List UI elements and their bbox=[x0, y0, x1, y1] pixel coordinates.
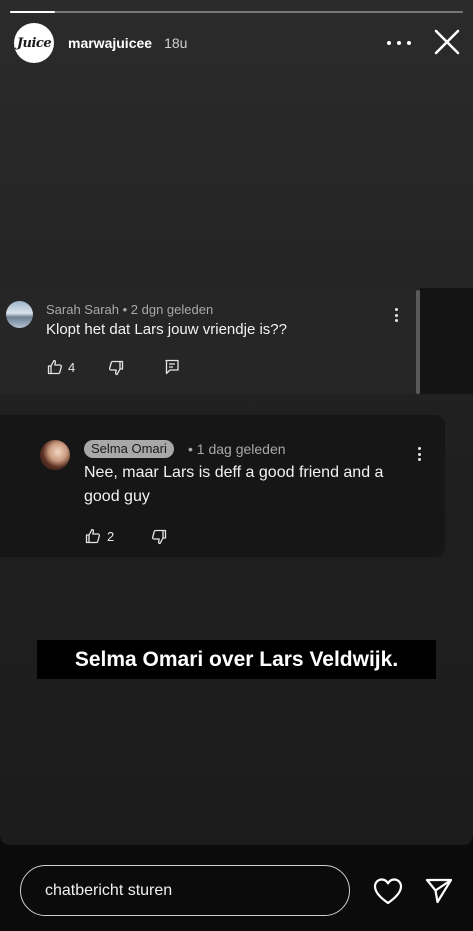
comment-scrollbar[interactable] bbox=[416, 290, 420, 394]
card-backdrop bbox=[420, 288, 473, 394]
like-count: 2 bbox=[107, 529, 115, 544]
comment-author: Sarah Sarah bbox=[46, 302, 119, 317]
comment-author-highlighted: Selma Omari bbox=[84, 440, 174, 458]
thumbs-down-icon[interactable] bbox=[151, 529, 167, 545]
story-progress-fill bbox=[10, 11, 56, 13]
close-icon[interactable] bbox=[433, 28, 461, 56]
thumbs-down-icon[interactable] bbox=[108, 360, 124, 376]
like-count: 4 bbox=[68, 360, 76, 375]
commenter-avatar bbox=[6, 301, 33, 328]
comment-text: Nee, maar Lars is deff a good friend and… bbox=[84, 464, 384, 505]
story-viewer: Juice marwajuicee 18u Sarah Sarah • 2 dg… bbox=[0, 0, 473, 845]
send-icon[interactable] bbox=[424, 876, 454, 906]
message-input[interactable] bbox=[20, 865, 350, 916]
account-username[interactable]: marwajuicee bbox=[68, 35, 152, 51]
account-avatar[interactable]: Juice bbox=[14, 23, 54, 63]
story-timestamp: 18u bbox=[164, 35, 188, 51]
story-caption: Selma Omari over Lars Veldwijk. bbox=[37, 640, 436, 679]
comment-text: Klopt het dat Lars jouw vriendje is?? bbox=[46, 321, 287, 338]
reply-icon[interactable] bbox=[164, 359, 180, 375]
comment-more-icon[interactable] bbox=[394, 308, 398, 322]
story-progress-track bbox=[10, 11, 463, 13]
more-horizontal-icon[interactable] bbox=[387, 35, 411, 51]
comment-meta: Sarah Sarah • 2 dgn geleden bbox=[46, 302, 213, 317]
commenter-avatar bbox=[40, 440, 70, 470]
thumbs-up-icon[interactable] bbox=[85, 528, 101, 544]
heart-icon[interactable] bbox=[372, 876, 404, 906]
comment-more-icon[interactable] bbox=[417, 447, 421, 461]
comment-age: • 1 dag geleden bbox=[188, 441, 286, 457]
story-header: Juice marwajuicee 18u bbox=[14, 23, 463, 63]
comment-age: • 2 dgn geleden bbox=[122, 302, 214, 317]
juice-logo-text: Juice bbox=[16, 35, 52, 51]
thumbs-up-icon[interactable] bbox=[47, 359, 63, 375]
